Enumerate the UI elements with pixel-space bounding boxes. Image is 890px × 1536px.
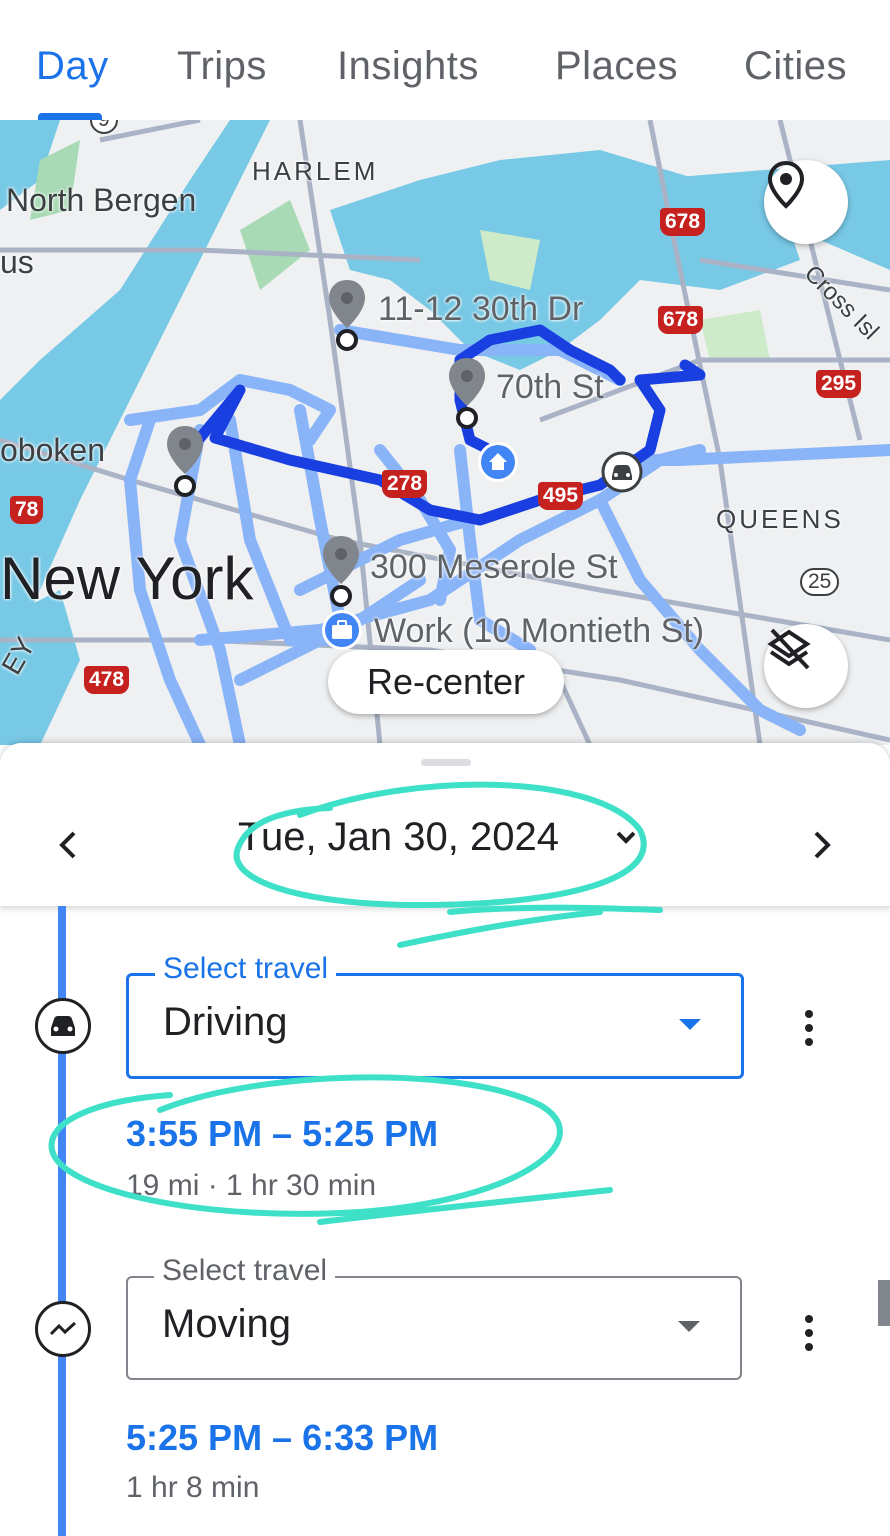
interstate-shield: 678 bbox=[660, 208, 706, 236]
route-shield: 25 bbox=[800, 568, 840, 596]
tab-cities[interactable]: Cities bbox=[744, 44, 847, 89]
stop-label-work: Work (10 Montieth St) bbox=[374, 612, 705, 650]
interstate-shield: 478 bbox=[84, 666, 130, 694]
interstate-shield: 295 bbox=[816, 370, 862, 398]
chevron-left-icon[interactable] bbox=[48, 825, 88, 865]
place-pin-button[interactable] bbox=[764, 160, 848, 244]
tab-insights[interactable]: Insights bbox=[337, 44, 479, 89]
select-label: Select travel bbox=[155, 952, 337, 986]
select-value: Moving bbox=[162, 1302, 291, 1346]
date-selector[interactable]: Tue, Jan 30, 2024 bbox=[238, 815, 559, 860]
stop-pin-icon[interactable] bbox=[326, 278, 368, 354]
segment-time-range[interactable]: 5:25 PM – 6:33 PM bbox=[126, 1417, 438, 1459]
travel-mode-select[interactable]: Select travel Moving bbox=[126, 1254, 742, 1380]
tab-trips[interactable]: Trips bbox=[177, 44, 267, 89]
date-header: Tue, Jan 30, 2024 bbox=[0, 743, 890, 907]
map-label-queens: QUEENS bbox=[716, 504, 844, 534]
dropdown-arrow-icon bbox=[678, 1321, 700, 1332]
select-value: Driving bbox=[163, 1000, 288, 1044]
layers-off-icon bbox=[767, 628, 811, 670]
segment-detail: 1 hr 8 min bbox=[126, 1471, 260, 1504]
segment-detail: 19 mi · 1 hr 30 min bbox=[126, 1169, 377, 1202]
map-label-hoboken: oboken bbox=[0, 432, 105, 468]
map-label-us: us bbox=[0, 244, 34, 280]
active-tab-indicator bbox=[38, 113, 102, 120]
chevron-down-icon[interactable] bbox=[614, 829, 638, 845]
layers-off-button[interactable] bbox=[764, 624, 848, 708]
tab-places[interactable]: Places bbox=[555, 44, 678, 89]
more-vert-icon[interactable] bbox=[800, 1313, 818, 1353]
map-label-harlem: HARLEM bbox=[252, 156, 379, 186]
stop-label-70th-st: 70th St bbox=[496, 368, 604, 406]
interstate-shield: 278 bbox=[382, 470, 428, 498]
tab-day[interactable]: Day bbox=[36, 44, 109, 89]
scrollbar-thumb[interactable] bbox=[878, 1280, 890, 1326]
recenter-button[interactable]: Re-center bbox=[328, 650, 564, 714]
chevron-right-icon[interactable] bbox=[802, 825, 842, 865]
stop-pin-icon[interactable] bbox=[320, 534, 362, 610]
interstate-shield: 678 bbox=[658, 306, 704, 334]
map-label-north-bergen: North Bergen bbox=[6, 182, 197, 218]
map-view[interactable]: HARLEM North Bergen us oboken New York Q… bbox=[0, 120, 890, 745]
interstate-shield: 78 bbox=[10, 496, 44, 524]
home-icon[interactable] bbox=[476, 440, 520, 484]
more-vert-icon[interactable] bbox=[800, 1008, 818, 1048]
trending-icon bbox=[35, 1301, 91, 1357]
stop-label-meserole: 300 Meserole St bbox=[370, 548, 618, 586]
stop-pin-icon[interactable] bbox=[164, 424, 206, 500]
day-bottom-sheet: Tue, Jan 30, 2024 Select travel Driving … bbox=[0, 743, 890, 1536]
stop-pin-icon[interactable] bbox=[446, 356, 488, 432]
stop-label-30th-dr: 11-12 30th Dr bbox=[378, 290, 584, 328]
select-label: Select travel bbox=[154, 1254, 336, 1288]
dropdown-arrow-icon bbox=[679, 1019, 701, 1030]
briefcase-icon[interactable] bbox=[320, 608, 364, 652]
car-icon bbox=[35, 998, 91, 1054]
place-pin-icon bbox=[767, 160, 805, 209]
car-icon[interactable] bbox=[600, 450, 644, 494]
top-tab-bar: Day Trips Insights Places Cities bbox=[0, 0, 890, 120]
map-label-new-york: New York bbox=[0, 545, 254, 612]
drag-handle[interactable] bbox=[421, 759, 471, 766]
segment-time-range[interactable]: 3:55 PM – 5:25 PM bbox=[126, 1113, 438, 1155]
travel-mode-select[interactable]: Select travel Driving bbox=[126, 952, 744, 1079]
interstate-shield: 495 bbox=[538, 482, 584, 510]
